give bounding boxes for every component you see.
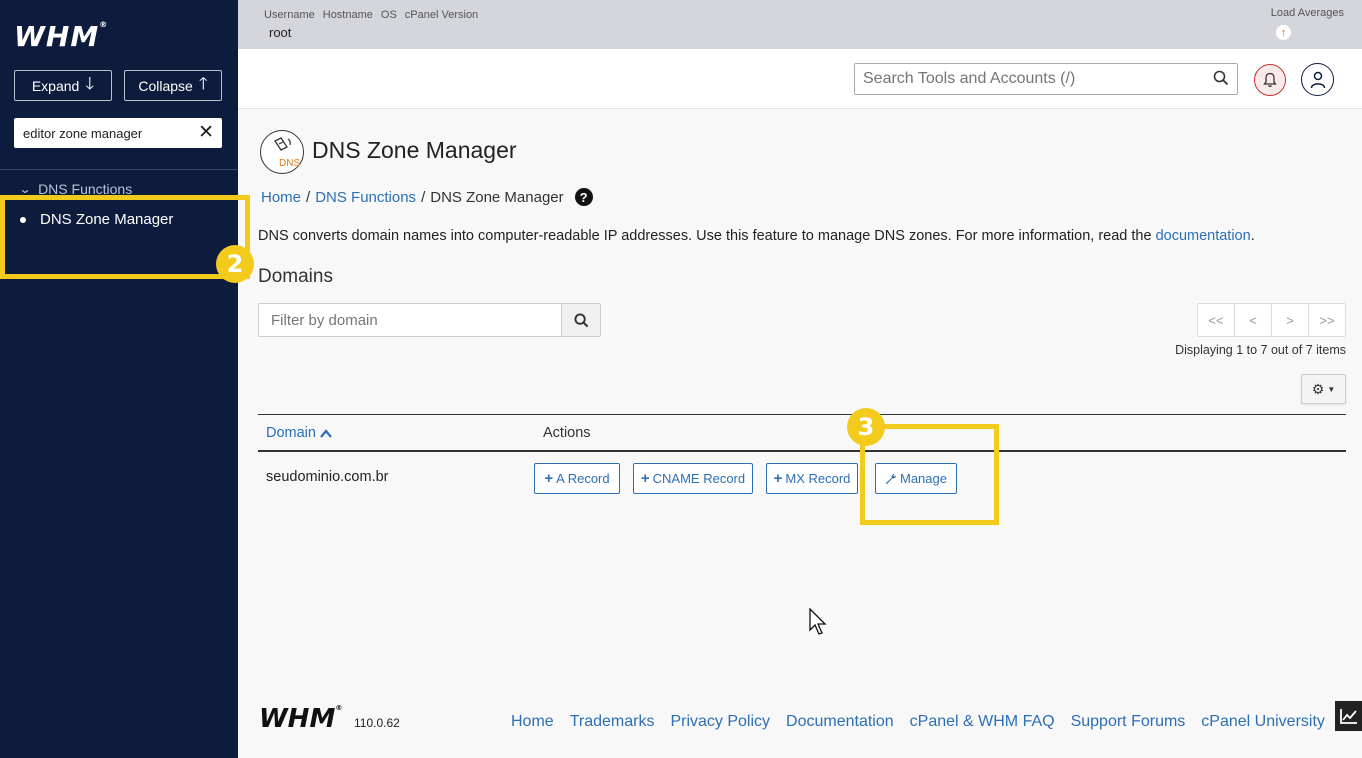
- arrow-up-icon: 🡑: [198, 74, 208, 93]
- breadcrumb-separator: /: [306, 188, 311, 206]
- mx-record-label: MX Record: [785, 471, 851, 486]
- gear-icon: ⚙: [1311, 380, 1325, 397]
- breadcrumb-home-link[interactable]: Home: [261, 189, 301, 206]
- next-page-button[interactable]: >: [1272, 304, 1309, 336]
- intro-end: .: [1250, 228, 1255, 244]
- hostname-label: Hostname: [322, 9, 373, 21]
- section-title-domains: Domains: [258, 266, 333, 287]
- last-page-button[interactable]: >>: [1309, 304, 1345, 336]
- notifications-bell-icon[interactable]: [1254, 64, 1286, 96]
- displaying-count: Displaying 1 to 7 out of 7 items: [1175, 343, 1346, 357]
- breadcrumb-separator: /: [421, 188, 426, 206]
- pagination: << < > >>: [1197, 303, 1346, 337]
- dns-icon-label: DNS: [279, 158, 301, 169]
- footer-link-cpanel-university[interactable]: cPanel University: [1201, 713, 1325, 731]
- settings-dropdown-button[interactable]: ⚙ ▼: [1301, 374, 1346, 404]
- domain-header-label: Domain: [266, 425, 316, 441]
- footer-link-documentation[interactable]: Documentation: [786, 713, 894, 731]
- expand-label: Expand: [31, 77, 80, 94]
- breadcrumb: Home / DNS Functions / DNS Zone Manager ?: [261, 188, 593, 206]
- chart-icon[interactable]: [1335, 701, 1362, 731]
- documentation-link[interactable]: documentation: [1156, 228, 1251, 244]
- sort-ascending-icon: [320, 428, 332, 438]
- dns-zone-manager-icon: DNS: [260, 130, 304, 174]
- tools-search: [854, 63, 1238, 95]
- server-info-labels: Username Hostname OS cPanel Version: [264, 9, 478, 21]
- search-icon[interactable]: [1213, 70, 1229, 91]
- previous-page-button[interactable]: <: [1235, 304, 1272, 336]
- footer-link-support-forums[interactable]: Support Forums: [1071, 713, 1186, 731]
- cname-record-label: CNAME Record: [652, 471, 746, 486]
- plus-icon: +: [773, 470, 783, 487]
- username-label: Username: [264, 9, 315, 21]
- breadcrumb-dns-functions-link[interactable]: DNS Functions: [315, 189, 416, 206]
- whm-logo[interactable]: WHM®: [14, 20, 108, 53]
- caret-down-icon: ▼: [1327, 384, 1336, 394]
- table-header: Domain Actions: [258, 414, 1346, 452]
- footer-whm-logo: WHM®: [259, 704, 343, 734]
- mouse-cursor-icon: [809, 608, 827, 635]
- server-status-bar: Username Hostname OS cPanel Version root…: [238, 0, 1362, 49]
- add-a-record-button[interactable]: + A Record: [534, 463, 620, 494]
- domain-filter: [258, 303, 601, 337]
- arrow-up-circle-icon[interactable]: ↑: [1276, 25, 1291, 40]
- whm-version: 110.0.62: [354, 716, 400, 730]
- tools-search-input[interactable]: [863, 70, 1193, 88]
- domain-cell: seudominio.com.br: [266, 469, 389, 485]
- username-value: root: [269, 25, 292, 40]
- step-badge-3: 3: [847, 408, 885, 446]
- sort-domain-header[interactable]: Domain: [266, 425, 332, 441]
- sidebar-search-input[interactable]: [23, 125, 183, 141]
- intro-body: DNS converts domain names into computer-…: [258, 228, 1156, 244]
- first-page-button[interactable]: <<: [1198, 304, 1235, 336]
- arrow-down-icon: 🡓: [85, 74, 95, 93]
- footer-link-faq[interactable]: cPanel & WHM FAQ: [910, 713, 1055, 731]
- sidebar-divider: [0, 169, 238, 170]
- page-title: DNS Zone Manager: [312, 137, 517, 163]
- table-row: seudominio.com.br + A Record + CNAME Recor…: [258, 452, 1346, 506]
- sidebar-search: ✕: [14, 118, 222, 148]
- cpanel-version-label: cPanel Version: [404, 9, 479, 21]
- sidebar: WHM® Expand 🡓 Collapse 🡑 ✕ ⌄ DNS Functio…: [0, 0, 238, 758]
- breadcrumb-current: DNS Zone Manager: [430, 188, 564, 206]
- step-badge-2: 2: [216, 245, 254, 283]
- plus-icon: +: [544, 470, 554, 487]
- footer-link-privacy-policy[interactable]: Privacy Policy: [670, 713, 770, 731]
- a-record-label: A Record: [556, 471, 610, 486]
- collapse-button[interactable]: Collapse 🡑: [124, 70, 222, 101]
- highlight-box-step-2: [0, 195, 250, 279]
- footer-link-home[interactable]: Home: [511, 713, 554, 731]
- expand-button[interactable]: Expand 🡓: [14, 70, 112, 101]
- add-cname-record-button[interactable]: + CNAME Record: [633, 463, 753, 494]
- actions-header: Actions: [543, 425, 591, 441]
- chevron-down-icon: ⌄: [18, 182, 32, 196]
- footer-link-trademarks[interactable]: Trademarks: [570, 713, 655, 731]
- add-mx-record-button[interactable]: + MX Record: [766, 463, 858, 494]
- load-averages-label: Load Averages: [1270, 7, 1344, 19]
- collapse-label: Collapse: [138, 77, 193, 94]
- header: [238, 49, 1362, 109]
- filter-search-button[interactable]: [561, 304, 600, 336]
- search-icon: [573, 312, 588, 327]
- highlight-box-step-3: [860, 424, 999, 525]
- plus-icon: +: [640, 470, 650, 487]
- filter-domain-input[interactable]: [259, 304, 561, 336]
- domains-table: Domain Actions seudominio.com.br + A Reco…: [258, 414, 1346, 506]
- os-label: OS: [380, 9, 397, 21]
- user-avatar-icon[interactable]: [1301, 63, 1334, 96]
- clear-search-icon[interactable]: ✕: [198, 121, 214, 144]
- help-icon[interactable]: ?: [574, 188, 593, 206]
- intro-text: DNS converts domain names into computer-…: [258, 228, 1255, 244]
- footer-links: Home Trademarks Privacy Policy Documenta…: [511, 713, 1325, 731]
